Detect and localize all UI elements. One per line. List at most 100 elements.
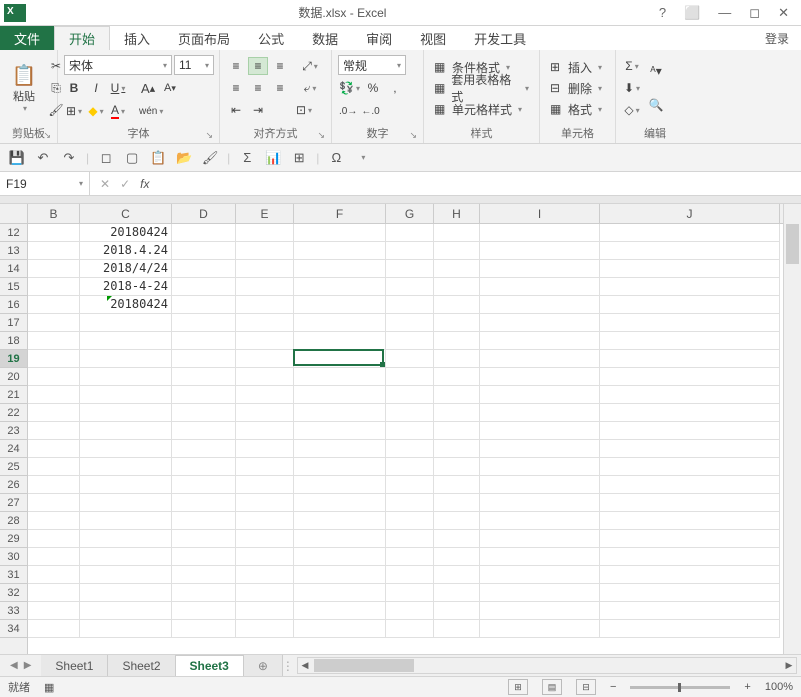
cell-I31[interactable]	[480, 566, 600, 584]
cell-I25[interactable]	[480, 458, 600, 476]
cell-B22[interactable]	[28, 404, 80, 422]
cell-G34[interactable]	[386, 620, 434, 638]
cell-G23[interactable]	[386, 422, 434, 440]
minimize-icon[interactable]: —	[718, 5, 731, 21]
macro-record-icon[interactable]: ▦	[44, 681, 54, 694]
help-icon[interactable]: ?	[659, 5, 666, 21]
row-header-14[interactable]: 14	[0, 260, 27, 278]
cell-C32[interactable]	[80, 584, 172, 602]
cell-J23[interactable]	[600, 422, 780, 440]
cell-D18[interactable]	[172, 332, 236, 350]
cell-F26[interactable]	[294, 476, 386, 494]
row-header-28[interactable]: 28	[0, 512, 27, 530]
col-header-C[interactable]: C	[80, 204, 172, 223]
cell-J27[interactable]	[600, 494, 780, 512]
cell-I19[interactable]	[480, 350, 600, 368]
font-launcher-icon[interactable]: ↘	[205, 130, 213, 141]
cell-F31[interactable]	[294, 566, 386, 584]
cell-D12[interactable]	[172, 224, 236, 242]
cell-F32[interactable]	[294, 584, 386, 602]
row-header-22[interactable]: 22	[0, 404, 27, 422]
zoom-in-button[interactable]: +	[744, 681, 750, 693]
cell-C22[interactable]	[80, 404, 172, 422]
cell-J28[interactable]	[600, 512, 780, 530]
row-header-26[interactable]: 26	[0, 476, 27, 494]
cell-E23[interactable]	[236, 422, 294, 440]
cell-C17[interactable]	[80, 314, 172, 332]
qat-save-icon[interactable]: 💾	[8, 149, 26, 167]
comma-button[interactable]: ,	[385, 78, 405, 98]
cell-G17[interactable]	[386, 314, 434, 332]
cell-H28[interactable]	[434, 512, 480, 530]
cell-B17[interactable]	[28, 314, 80, 332]
clear-button[interactable]: ◇	[622, 100, 642, 120]
cell-C33[interactable]	[80, 602, 172, 620]
qat-paste-icon[interactable]: 📋	[149, 149, 167, 167]
cell-D16[interactable]	[172, 296, 236, 314]
col-header-F[interactable]: F	[294, 204, 386, 223]
hscroll-thumb[interactable]	[314, 659, 414, 672]
cell-H26[interactable]	[434, 476, 480, 494]
cell-E17[interactable]	[236, 314, 294, 332]
increase-font-icon[interactable]: A▴	[138, 78, 158, 98]
tab-公式[interactable]: 公式	[244, 26, 298, 50]
number-launcher-icon[interactable]: ↘	[409, 130, 417, 141]
cell-G28[interactable]	[386, 512, 434, 530]
align-right-icon[interactable]: ≡	[270, 79, 290, 97]
cell-B18[interactable]	[28, 332, 80, 350]
cell-D21[interactable]	[172, 386, 236, 404]
normal-view-button[interactable]: ⊞	[508, 679, 528, 695]
cell-J17[interactable]	[600, 314, 780, 332]
cell-E15[interactable]	[236, 278, 294, 296]
cell-C19[interactable]	[80, 350, 172, 368]
qat-omega-icon[interactable]: Ω	[327, 149, 345, 167]
percent-button[interactable]: %	[363, 78, 383, 98]
hscroll-left-icon[interactable]: ◀	[298, 658, 312, 673]
align-center-icon[interactable]: ≡	[248, 79, 268, 97]
cell-E22[interactable]	[236, 404, 294, 422]
cell-B32[interactable]	[28, 584, 80, 602]
row-header-18[interactable]: 18	[0, 332, 27, 350]
cell-B27[interactable]	[28, 494, 80, 512]
cell-I13[interactable]	[480, 242, 600, 260]
cell-G13[interactable]	[386, 242, 434, 260]
cell-I15[interactable]	[480, 278, 600, 296]
cell-B14[interactable]	[28, 260, 80, 278]
cell-F15[interactable]	[294, 278, 386, 296]
align-launcher-icon[interactable]: ↘	[317, 130, 325, 141]
tab-页面布局[interactable]: 页面布局	[164, 26, 244, 50]
row-header-31[interactable]: 31	[0, 566, 27, 584]
tab-插入[interactable]: 插入	[110, 26, 164, 50]
cell-D28[interactable]	[172, 512, 236, 530]
row-header-23[interactable]: 23	[0, 422, 27, 440]
row-headers[interactable]: 1213141516171819202122232425262728293031…	[0, 224, 28, 654]
sheet-tab-Sheet1[interactable]: Sheet1	[41, 655, 108, 676]
cell-D25[interactable]	[172, 458, 236, 476]
cell-D24[interactable]	[172, 440, 236, 458]
cell-E21[interactable]	[236, 386, 294, 404]
cell-I17[interactable]	[480, 314, 600, 332]
tab-开发工具[interactable]: 开发工具	[460, 26, 540, 50]
cell-E14[interactable]	[236, 260, 294, 278]
cell-F14[interactable]	[294, 260, 386, 278]
col-header-E[interactable]: E	[236, 204, 294, 223]
cell-G32[interactable]	[386, 584, 434, 602]
tab-视图[interactable]: 视图	[406, 26, 460, 50]
cell-J29[interactable]	[600, 530, 780, 548]
cell-D30[interactable]	[172, 548, 236, 566]
cell-G26[interactable]	[386, 476, 434, 494]
cell-G24[interactable]	[386, 440, 434, 458]
merge-button[interactable]: ⊡	[294, 100, 314, 120]
cell-B33[interactable]	[28, 602, 80, 620]
cell-E34[interactable]	[236, 620, 294, 638]
orientation-button[interactable]: ⤢	[300, 56, 320, 76]
cell-C18[interactable]	[80, 332, 172, 350]
cell-G27[interactable]	[386, 494, 434, 512]
row-header-21[interactable]: 21	[0, 386, 27, 404]
cell-H32[interactable]	[434, 584, 480, 602]
select-all-corner[interactable]	[0, 204, 28, 224]
close-icon[interactable]: ✕	[778, 5, 789, 21]
cell-I27[interactable]	[480, 494, 600, 512]
restore-icon[interactable]: ◻	[749, 5, 760, 21]
cell-H14[interactable]	[434, 260, 480, 278]
